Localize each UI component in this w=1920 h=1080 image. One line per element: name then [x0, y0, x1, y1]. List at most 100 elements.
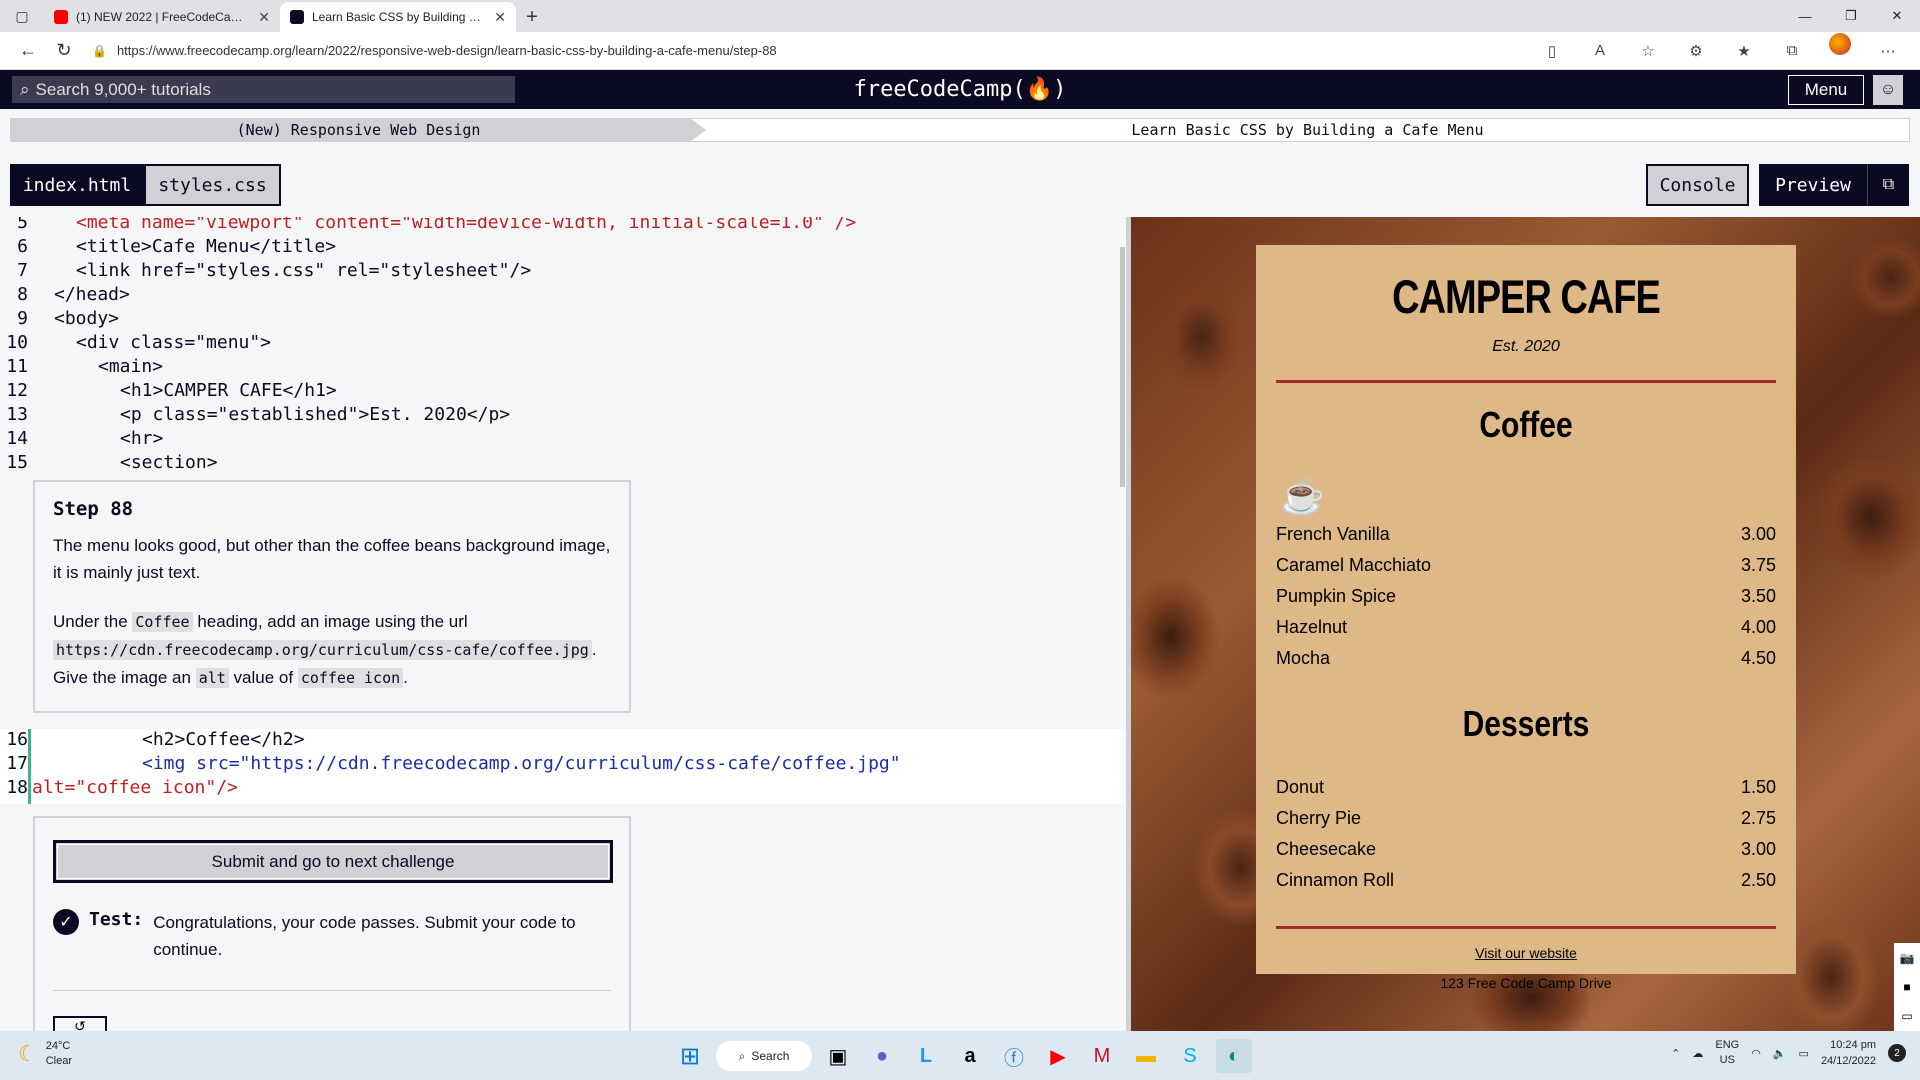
step-paragraph: The menu looks good, but other than the … — [53, 536, 611, 582]
minimize-icon[interactable]: — — [1782, 0, 1828, 32]
weather-widget[interactable]: ☾ 24°C Clear — [18, 1039, 72, 1069]
editor-scrollbar[interactable] — [1120, 247, 1125, 487]
step-text: heading, add an image using the url — [197, 612, 468, 631]
screenshot-icon[interactable]: 📷 — [1900, 951, 1915, 965]
refresh-icon[interactable]: ↻ — [46, 33, 82, 69]
code-line[interactable]: 17 <img src="https://cdn.freecodecamp.org… — [0, 751, 900, 775]
code-line: 12 <h1>CAMPER CAFE</h1> — [6, 379, 337, 401]
code-line: 15 <section> — [6, 451, 218, 473]
battery-icon[interactable]: ▭ — [1799, 1047, 1809, 1060]
browser-tab-youtube[interactable]: (1) NEW 2022 | FreeCodeCamp: Learn ✕ — [44, 2, 280, 32]
taskbar-apps: ⊞ ⌕ Search ▣ ● L a ⓕ ▶ M ▬ S ◐ — [672, 1039, 1252, 1073]
breadcrumb-superblock[interactable]: (New) Responsive Web Design — [11, 119, 706, 141]
taskbar-search-label: Search — [751, 1049, 790, 1063]
url-field[interactable]: 🔒 https://www.freecodecamp.org/learn/202… — [92, 43, 1530, 58]
test-message: Congratulations, your code passes. Submi… — [153, 913, 576, 959]
window-controls: — ❐ ✕ — [1782, 0, 1920, 32]
step-text: . — [403, 668, 408, 687]
code-line: 8 </head> — [17, 283, 130, 305]
weather-temp: 24°C — [45, 1040, 71, 1052]
windows-taskbar: ☾ 24°C Clear ⊞ ⌕ Search ▣ ● L a ⓕ ▶ M ▬ S … — [0, 1031, 1920, 1080]
coffee-cup-icon: ☕ — [1280, 475, 1325, 516]
panel-icon[interactable]: ▭ — [1901, 1009, 1912, 1023]
breadcrumb-block[interactable]: Learn Basic CSS by Building a Cafe Menu — [706, 119, 1909, 141]
tab-title: (1) NEW 2022 | FreeCodeCamp: Learn — [76, 10, 251, 24]
app-l-icon[interactable]: L — [908, 1039, 944, 1073]
code-line: 14 <hr> — [6, 427, 164, 449]
user-avatar-icon[interactable]: ☺ — [1873, 75, 1903, 105]
test-panel: Submit and go to next challenge ✓ Test: … — [33, 816, 631, 1038]
browser-toolbar: ▯ A ☆ ⚙ ★ ⧉ ⋯ — [1530, 32, 1910, 69]
popout-preview-icon[interactable]: ⧉ — [1867, 164, 1909, 206]
test-result: ✓ Test: Congratulations, your code passe… — [53, 909, 611, 963]
preview-button[interactable]: Preview — [1759, 164, 1867, 206]
language-indicator[interactable]: ENG US — [1715, 1038, 1739, 1068]
website-link[interactable]: Visit our website — [1276, 945, 1776, 961]
onedrive-icon[interactable]: ☁ — [1692, 1047, 1703, 1060]
youtube-icon — [54, 10, 68, 24]
file-explorer-icon[interactable]: ▬ — [1128, 1039, 1164, 1073]
code-line[interactable]: 16 <h2>Coffee</h2> — [0, 727, 304, 751]
fcc-navbar: ⌕ Search 9,000+ tutorials freeCodeCamp(🔥… — [0, 70, 1920, 109]
menu-item: Caramel Macchiato 3.75 — [1276, 555, 1776, 575]
clock[interactable]: 10:24 pm 24/12/2022 — [1821, 1037, 1876, 1069]
address-bar: ← ↻ 🔒 https://www.freecodecamp.org/learn… — [0, 32, 1920, 70]
amazon-icon[interactable]: a — [952, 1039, 988, 1073]
console-button[interactable]: Console — [1646, 164, 1749, 206]
step-instructions-panel: Step 88 The menu looks good, but other t… — [33, 480, 631, 713]
weather-desc: Clear — [45, 1055, 73, 1067]
tab-styles-css[interactable]: styles.css — [144, 164, 281, 206]
menu-button[interactable]: Menu — [1788, 75, 1864, 105]
preview-pane: CAMPER CAFE Est. 2020 Coffee ☕ French Va… — [1131, 217, 1920, 1031]
side-widgets: 📷 ■ ▭ — [1894, 943, 1920, 1031]
wifi-icon[interactable]: ◠ — [1751, 1047, 1761, 1060]
tab-index-html[interactable]: index.html — [10, 164, 144, 206]
search-placeholder: Search 9,000+ tutorials — [35, 79, 211, 99]
taskbar-search[interactable]: ⌕ Search — [716, 1041, 812, 1071]
collections-icon[interactable]: ⧉ — [1770, 33, 1814, 69]
cafe-title: CAMPER CAFE — [1392, 271, 1661, 325]
new-tab-button[interactable]: + — [516, 2, 548, 32]
lock-icon[interactable]: 🔒 — [92, 44, 107, 58]
video-icon[interactable]: ■ — [1903, 980, 1910, 994]
more-icon[interactable]: ⋯ — [1866, 33, 1910, 69]
menu-item: Pumpkin Spice 3.50 — [1276, 586, 1776, 606]
notification-badge[interactable]: 2 — [1888, 1044, 1906, 1062]
volume-icon[interactable]: 🔈 — [1773, 1047, 1787, 1060]
breadcrumb: (New) Responsive Web Design Learn Basic … — [10, 118, 1910, 142]
teams-chat-icon[interactable]: ● — [864, 1039, 900, 1073]
search-input[interactable]: ⌕ Search 9,000+ tutorials — [12, 76, 515, 103]
code-line[interactable]: 18 alt="coffee icon"/> — [0, 775, 238, 799]
restore-icon[interactable]: ❐ — [1828, 0, 1874, 32]
divider — [1276, 380, 1776, 383]
edge-icon[interactable]: ◐ — [1216, 1039, 1252, 1073]
read-aloud-icon[interactable]: A — [1578, 33, 1622, 69]
code-line: 9 <body> — [17, 307, 120, 329]
youtube-icon[interactable]: ▶ — [1040, 1039, 1076, 1073]
menu-item: Donut 1.50 — [1276, 777, 1776, 797]
browser-tab-fcc[interactable]: Learn Basic CSS by Building a Cafe Menu … — [280, 2, 516, 32]
close-tab-icon[interactable]: ✕ — [258, 9, 270, 26]
favorites-icon[interactable]: ★ — [1722, 33, 1766, 69]
step-text: Under the — [53, 612, 128, 631]
coffee-heading: Coffee — [1479, 405, 1573, 446]
url-text: https://www.freecodecamp.org/learn/2022/… — [116, 43, 777, 58]
profile-avatar[interactable] — [1829, 32, 1851, 55]
menu-item: Hazelnut 4.00 — [1276, 617, 1776, 637]
chevron-up-icon[interactable]: ⌃ — [1671, 1047, 1680, 1060]
back-icon[interactable]: ← — [10, 33, 46, 69]
extensions-icon[interactable]: ⚙ — [1674, 33, 1718, 69]
task-view-icon[interactable]: ▣ — [820, 1039, 856, 1073]
code-url: https://cdn.freecodecamp.org/curriculum/… — [53, 640, 592, 660]
close-tab-icon[interactable]: ✕ — [494, 9, 506, 26]
tab-actions-icon[interactable]: ▢ — [0, 0, 44, 32]
windows-start-icon[interactable]: ⊞ — [672, 1039, 708, 1073]
close-window-icon[interactable]: ✕ — [1874, 0, 1920, 32]
favorite-add-icon[interactable]: ☆ — [1626, 33, 1670, 69]
mcafee-icon[interactable]: M — [1084, 1039, 1120, 1073]
submit-next-button[interactable]: Submit and go to next challenge — [53, 840, 613, 883]
fcc-favicon-icon — [290, 10, 304, 24]
facebook-icon[interactable]: ⓕ — [996, 1039, 1032, 1073]
reader-icon[interactable]: ▯ — [1530, 33, 1574, 69]
skype-icon[interactable]: S — [1172, 1039, 1208, 1073]
